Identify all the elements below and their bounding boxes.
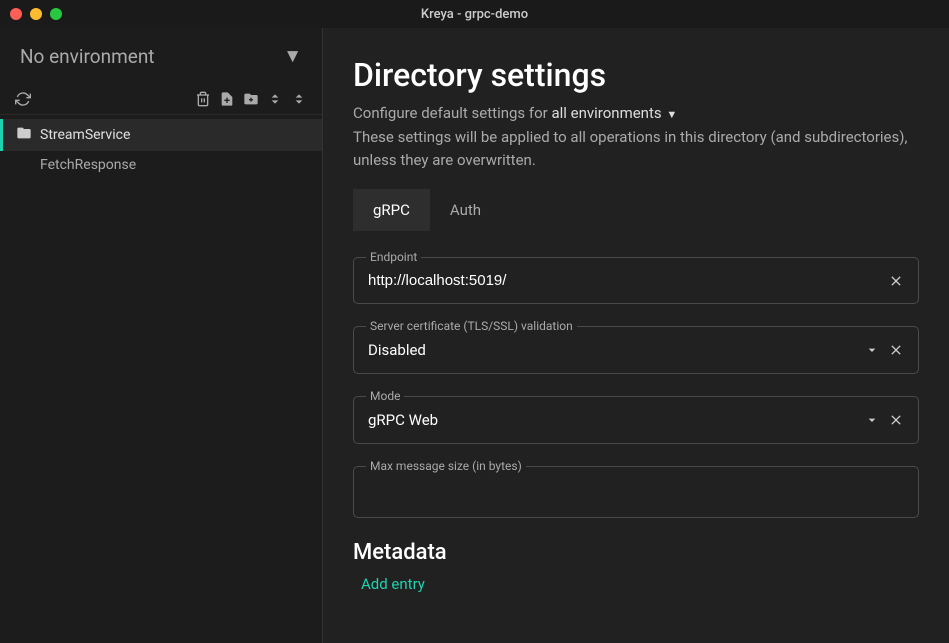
- environment-selector[interactable]: No environment ▼: [0, 28, 322, 84]
- new-file-icon[interactable]: [218, 90, 236, 108]
- new-folder-icon[interactable]: [242, 90, 260, 108]
- minimize-window-button[interactable]: [30, 8, 42, 20]
- description: These settings will be applied to all op…: [353, 126, 919, 171]
- clear-icon[interactable]: [888, 412, 904, 428]
- tab-auth[interactable]: Auth: [430, 189, 501, 231]
- maximize-window-button[interactable]: [50, 8, 62, 20]
- clear-icon[interactable]: [888, 342, 904, 358]
- mode-label: Mode: [366, 389, 404, 403]
- tls-select[interactable]: Disabled: [368, 341, 856, 359]
- tabs: gRPC Auth: [353, 189, 919, 231]
- caret-down-icon[interactable]: [864, 412, 880, 428]
- mode-select[interactable]: gRPC Web: [368, 411, 856, 429]
- expand-all-icon[interactable]: [266, 90, 284, 108]
- max-message-input[interactable]: [368, 481, 904, 498]
- environment-label: No environment: [20, 45, 155, 68]
- titlebar: Kreya - grpc-demo: [0, 0, 949, 28]
- endpoint-field: Endpoint: [353, 257, 919, 304]
- caret-down-icon[interactable]: [864, 342, 880, 358]
- caret-down-icon: ▼: [283, 44, 302, 68]
- env-scope-label: all environments: [551, 104, 661, 122]
- page-title: Directory settings: [353, 56, 919, 94]
- add-entry-button[interactable]: Add entry: [353, 575, 919, 593]
- tls-field: Server certificate (TLS/SSL) validation …: [353, 326, 919, 374]
- tree-item-fetchresponse[interactable]: FetchResponse: [0, 151, 322, 179]
- clear-icon[interactable]: [888, 273, 904, 289]
- sidebar: No environment ▼: [0, 28, 323, 643]
- max-message-field: Max message size (in bytes): [353, 466, 919, 518]
- refresh-icon[interactable]: [14, 90, 32, 108]
- tls-label: Server certificate (TLS/SSL) validation: [366, 319, 577, 333]
- tree-folder-streamservice[interactable]: StreamService: [0, 119, 322, 151]
- collapse-all-icon[interactable]: [290, 90, 308, 108]
- subtitle: Configure default settings for all envir…: [353, 104, 919, 122]
- endpoint-input[interactable]: [368, 272, 880, 289]
- caret-down-icon: ▼: [664, 108, 678, 121]
- env-scope-selector[interactable]: all environments ▼: [551, 104, 677, 122]
- endpoint-label: Endpoint: [366, 250, 421, 264]
- tree-item-label: FetchResponse: [40, 157, 136, 173]
- tab-grpc[interactable]: gRPC: [353, 189, 430, 231]
- max-message-label: Max message size (in bytes): [366, 459, 526, 473]
- sidebar-toolbar: [0, 84, 322, 115]
- metadata-title: Metadata: [353, 540, 919, 565]
- subtitle-prefix: Configure default settings for: [353, 104, 551, 122]
- folder-icon: [16, 125, 32, 145]
- mode-field: Mode gRPC Web: [353, 396, 919, 444]
- main-panel: Directory settings Configure default set…: [323, 28, 949, 643]
- file-tree: StreamService FetchResponse: [0, 115, 322, 179]
- tree-folder-label: StreamService: [40, 127, 130, 143]
- window-controls: [10, 8, 62, 20]
- window-title: Kreya - grpc-demo: [421, 7, 528, 22]
- close-window-button[interactable]: [10, 8, 22, 20]
- trash-icon[interactable]: [194, 90, 212, 108]
